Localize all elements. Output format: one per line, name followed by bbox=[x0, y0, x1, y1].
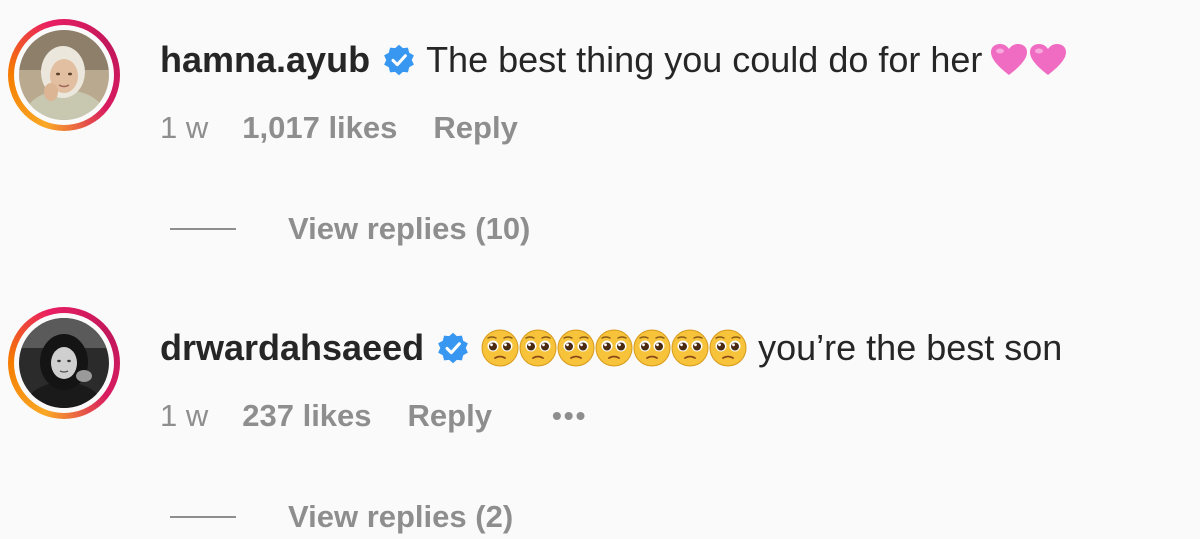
username[interactable]: drwardahsaeed bbox=[160, 327, 424, 369]
comment-line: hamna.ayub The best thing you could do f… bbox=[160, 36, 1068, 84]
pleading-face-emoji-group bbox=[480, 328, 747, 368]
pleading-face-icon bbox=[671, 329, 709, 367]
verified-badge-icon bbox=[384, 44, 414, 76]
replies-divider bbox=[170, 228, 236, 230]
likes-count[interactable]: 237 likes bbox=[242, 398, 371, 434]
view-replies-button[interactable]: View replies (10) bbox=[170, 208, 530, 250]
view-replies-label: View replies (10) bbox=[288, 211, 531, 246]
pink-heart-emoji-group bbox=[990, 43, 1068, 77]
pleading-face-icon bbox=[481, 329, 519, 367]
pink-heart-icon bbox=[991, 44, 1028, 75]
view-replies-label: View replies (2) bbox=[288, 499, 514, 534]
avatar-photo-icon bbox=[19, 30, 109, 120]
pleading-face-icon bbox=[557, 329, 595, 367]
pleading-face-icon bbox=[595, 329, 633, 367]
view-replies-button[interactable]: View replies (2) bbox=[170, 496, 513, 538]
comment-time: 1 w bbox=[160, 398, 209, 433]
avatar[interactable] bbox=[19, 30, 109, 120]
pleading-face-icon bbox=[633, 329, 671, 367]
comment-text: you’re the best son bbox=[758, 327, 1063, 368]
comment-line: drwardahsaeed you’re the best son bbox=[160, 324, 1062, 372]
reply-button[interactable]: Reply bbox=[433, 110, 517, 146]
avatar-photo-icon bbox=[19, 318, 109, 408]
replies-divider bbox=[170, 516, 236, 518]
verified-badge-icon bbox=[438, 332, 468, 364]
comment-meta: 1 w 1,017 likes Reply bbox=[160, 108, 578, 148]
avatar-story-ring[interactable] bbox=[8, 307, 120, 419]
comment-meta: 1 w 237 likes Reply ••• bbox=[160, 396, 587, 436]
comment-text: The best thing you could do for her bbox=[426, 39, 983, 80]
username[interactable]: hamna.ayub bbox=[160, 39, 370, 81]
avatar[interactable] bbox=[19, 318, 109, 408]
reply-button[interactable]: Reply bbox=[408, 398, 492, 434]
comment-time: 1 w bbox=[160, 110, 209, 145]
pink-heart-icon bbox=[1030, 44, 1067, 75]
pleading-face-icon bbox=[519, 329, 557, 367]
avatar-story-ring[interactable] bbox=[8, 19, 120, 131]
likes-count[interactable]: 1,017 likes bbox=[242, 110, 397, 146]
pleading-face-icon bbox=[709, 329, 747, 367]
more-options-icon[interactable]: ••• bbox=[552, 400, 587, 432]
